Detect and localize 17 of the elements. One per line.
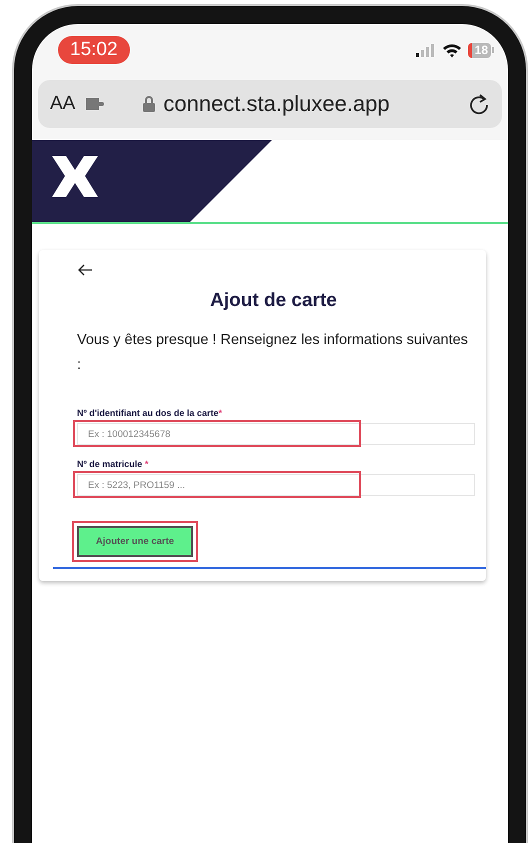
reload-icon[interactable] <box>468 93 490 115</box>
wifi-icon <box>442 42 462 58</box>
text-size-button[interactable]: AA <box>50 93 76 115</box>
form-title: Ajout de carte <box>209 290 338 312</box>
status-time: 15:02 <box>58 36 130 64</box>
field-label: Nº de matricule * <box>77 459 150 469</box>
back-arrow-icon[interactable] <box>77 264 93 276</box>
input-field[interactable]: Ex : 100012345678 <box>77 423 475 445</box>
input-field[interactable]: Ex : 5223, PRO1159 ... <box>77 474 475 496</box>
field-label: Nº d'identifiant au dos de la carte* <box>77 408 223 418</box>
lock-icon <box>143 96 156 112</box>
add-card-button[interactable]: Ajouter une carte <box>77 526 193 557</box>
address-bar[interactable]: AA connect.sta.pluxee.app <box>38 80 502 128</box>
battery-level: 18 <box>468 42 491 58</box>
form-intro: Vous y êtes presque ! Renseignez les informations suivantes : <box>77 331 469 375</box>
signal-icon <box>416 43 436 57</box>
url-text[interactable]: connect.sta.pluxee.app <box>163 91 390 117</box>
